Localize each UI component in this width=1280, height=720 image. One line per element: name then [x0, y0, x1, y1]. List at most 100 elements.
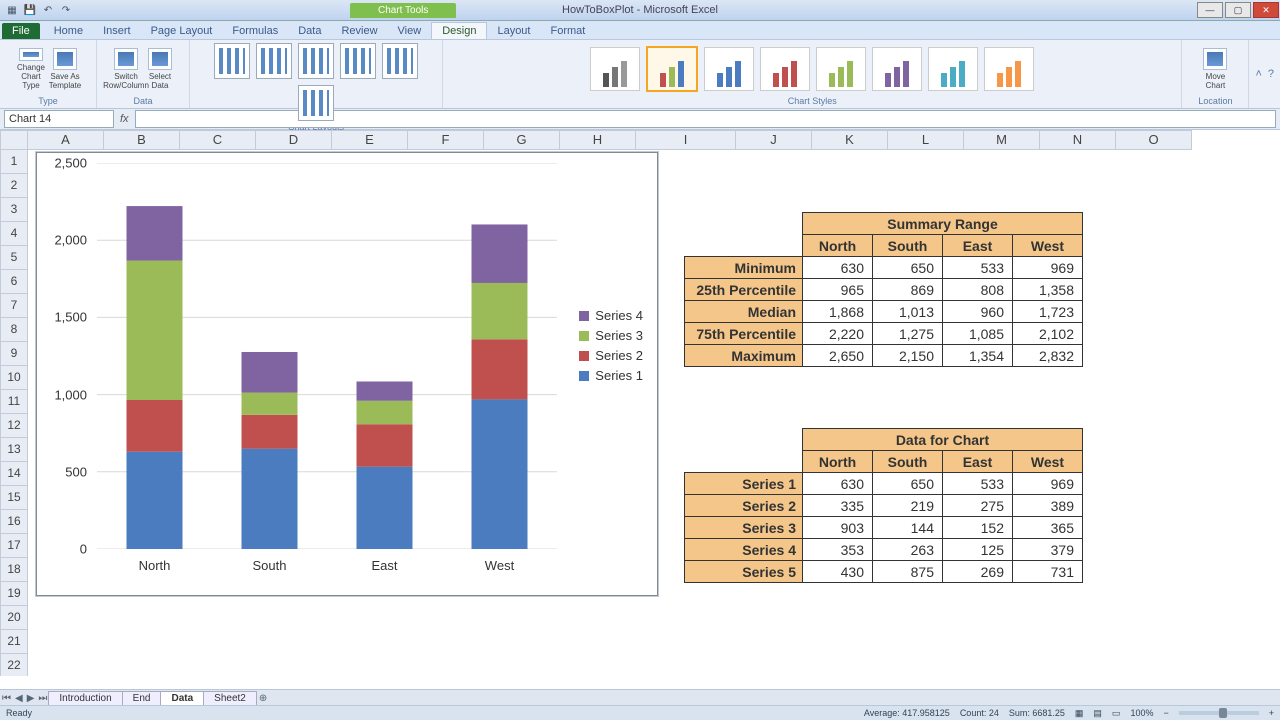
save-as-template-button[interactable]: Save As Template [50, 48, 80, 90]
column-header[interactable]: L [888, 130, 964, 150]
row-header[interactable]: 15 [0, 486, 28, 510]
row-header[interactable]: 17 [0, 534, 28, 558]
zoom-slider[interactable] [1179, 711, 1259, 715]
row-header[interactable]: 16 [0, 510, 28, 534]
tab-page-layout[interactable]: Page Layout [141, 23, 223, 39]
minimize-button[interactable]: — [1197, 2, 1223, 18]
tab-layout[interactable]: Layout [487, 23, 540, 39]
chart-layout-thumb[interactable] [382, 43, 418, 79]
column-header[interactable]: G [484, 130, 560, 150]
legend-item[interactable]: Series 1 [579, 368, 643, 383]
row-header[interactable]: 2 [0, 174, 28, 198]
chart-style-thumb[interactable] [816, 47, 866, 91]
cells-grid[interactable]: 05001,0001,5002,0002,500 NorthSouthEastW… [28, 150, 1280, 676]
row-header[interactable]: 14 [0, 462, 28, 486]
chart-layout-thumb[interactable] [340, 43, 376, 79]
chart-style-thumb[interactable] [590, 47, 640, 91]
column-header[interactable]: E [332, 130, 408, 150]
column-header[interactable]: O [1116, 130, 1192, 150]
chart-style-thumb[interactable] [646, 46, 698, 92]
column-header[interactable]: H [560, 130, 636, 150]
minimize-ribbon-icon[interactable]: ˄ [1255, 68, 1261, 80]
chart-legend[interactable]: Series 4 Series 3 Series 2 Series 1 [579, 303, 643, 388]
tab-insert[interactable]: Insert [93, 23, 141, 39]
legend-item[interactable]: Series 3 [579, 328, 643, 343]
sheet-nav-next-icon[interactable]: ▶ [25, 693, 37, 704]
row-header[interactable]: 10 [0, 366, 28, 390]
tab-review[interactable]: Review [331, 23, 387, 39]
summary-range-table[interactable]: Summary RangeNorthSouthEastWestMinimum63… [684, 212, 1083, 367]
column-header[interactable]: A [28, 130, 104, 150]
column-header[interactable]: B [104, 130, 180, 150]
tab-file[interactable]: File [2, 23, 40, 39]
row-header[interactable]: 5 [0, 246, 28, 270]
chart-style-thumb[interactable] [984, 47, 1034, 91]
embedded-chart[interactable]: 05001,0001,5002,0002,500 NorthSouthEastW… [36, 152, 658, 596]
column-header[interactable]: F [408, 130, 484, 150]
chart-layout-thumb[interactable] [298, 85, 334, 121]
row-header[interactable]: 13 [0, 438, 28, 462]
row-header[interactable]: 6 [0, 270, 28, 294]
tab-design[interactable]: Design [431, 22, 487, 39]
sheet-tab[interactable]: Data [160, 691, 204, 706]
fx-icon[interactable]: fx [120, 113, 129, 125]
move-chart-button[interactable]: Move Chart [1200, 48, 1230, 90]
chart-style-thumb[interactable] [704, 47, 754, 91]
row-header[interactable]: 4 [0, 222, 28, 246]
sheet-nav-prev-icon[interactable]: ◀ [13, 693, 25, 704]
row-header[interactable]: 20 [0, 606, 28, 630]
close-button[interactable]: ✕ [1253, 2, 1279, 18]
column-header[interactable]: K [812, 130, 888, 150]
column-header[interactable]: M [964, 130, 1040, 150]
sheet-nav-first-icon[interactable]: ⏮ [0, 693, 13, 704]
select-all-corner[interactable] [0, 130, 28, 150]
redo-icon[interactable]: ↷ [60, 4, 72, 16]
chart-style-thumb[interactable] [760, 47, 810, 91]
view-pagebreak-icon[interactable]: ▭ [1112, 708, 1121, 719]
change-chart-type-button[interactable]: Change Chart Type [16, 48, 46, 90]
zoom-in-icon[interactable]: + [1269, 708, 1274, 718]
tab-home[interactable]: Home [44, 23, 93, 39]
column-header[interactable]: J [736, 130, 812, 150]
row-header[interactable]: 12 [0, 414, 28, 438]
column-header[interactable]: N [1040, 130, 1116, 150]
column-header[interactable]: D [256, 130, 332, 150]
column-header[interactable]: I [636, 130, 736, 150]
switch-row-column-button[interactable]: Switch Row/Column [111, 48, 141, 90]
row-header[interactable]: 3 [0, 198, 28, 222]
sheet-tab[interactable]: End [122, 691, 162, 706]
insert-sheet-icon[interactable]: ⊕ [257, 693, 269, 704]
sheet-tab[interactable]: Introduction [48, 691, 122, 706]
tab-format[interactable]: Format [540, 23, 595, 39]
tab-data[interactable]: Data [288, 23, 331, 39]
chart-style-thumb[interactable] [872, 47, 922, 91]
name-box[interactable]: Chart 14 [4, 110, 114, 128]
sheet-tab[interactable]: Sheet2 [203, 691, 257, 706]
row-header[interactable]: 18 [0, 558, 28, 582]
chart-style-thumb[interactable] [928, 47, 978, 91]
view-layout-icon[interactable]: ▤ [1093, 708, 1102, 719]
chart-layout-thumb[interactable] [214, 43, 250, 79]
legend-item[interactable]: Series 4 [579, 308, 643, 323]
chart-layout-thumb[interactable] [256, 43, 292, 79]
undo-icon[interactable]: ↶ [42, 4, 54, 16]
row-header[interactable]: 11 [0, 390, 28, 414]
row-header[interactable]: 21 [0, 630, 28, 654]
column-header[interactable]: C [180, 130, 256, 150]
maximize-button[interactable]: ▢ [1225, 2, 1251, 18]
save-icon[interactable]: 💾 [24, 4, 36, 16]
chart-layout-thumb[interactable] [298, 43, 334, 79]
legend-item[interactable]: Series 2 [579, 348, 643, 363]
status-zoom[interactable]: 100% [1130, 708, 1153, 718]
row-header[interactable]: 8 [0, 318, 28, 342]
row-header[interactable]: 1 [0, 150, 28, 174]
row-header[interactable]: 22 [0, 654, 28, 676]
tab-view[interactable]: View [388, 23, 432, 39]
row-header[interactable]: 19 [0, 582, 28, 606]
select-data-button[interactable]: Select Data [145, 48, 175, 90]
tab-formulas[interactable]: Formulas [222, 23, 288, 39]
data-for-chart-table[interactable]: Data for ChartNorthSouthEastWestSeries 1… [684, 428, 1083, 583]
row-header[interactable]: 7 [0, 294, 28, 318]
view-normal-icon[interactable]: ▦ [1075, 708, 1084, 719]
zoom-out-icon[interactable]: − [1163, 708, 1168, 718]
